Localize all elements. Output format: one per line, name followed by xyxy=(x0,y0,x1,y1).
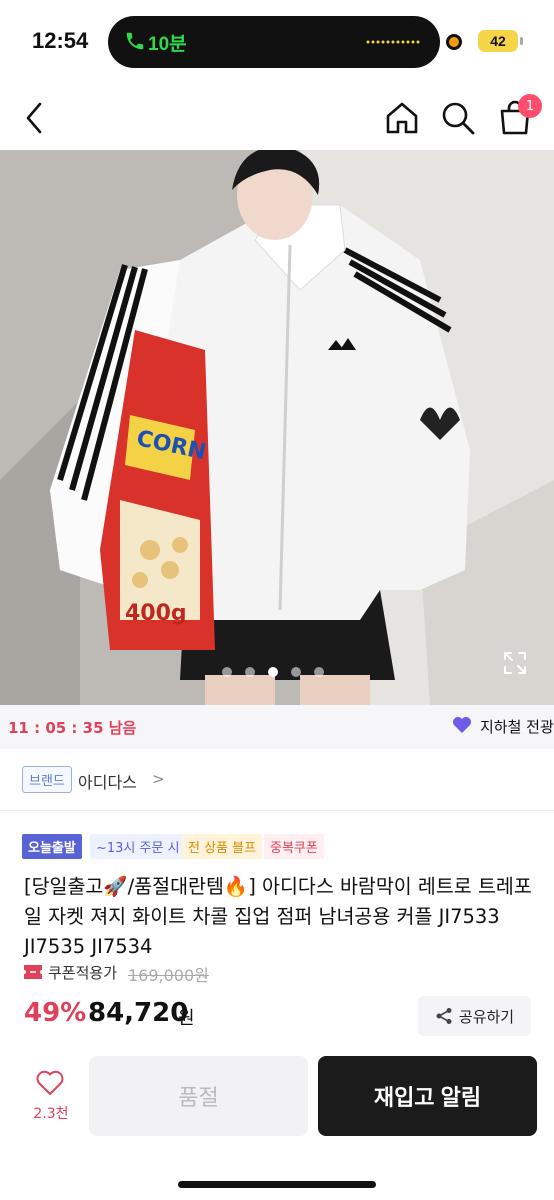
sale-price: 84,720 xyxy=(88,998,189,1028)
status-time: 12:54 xyxy=(32,28,89,53)
original-price: 169,000원 xyxy=(128,966,209,985)
svg-text:400g: 400g xyxy=(125,601,187,626)
chevron-left-icon xyxy=(26,102,42,134)
badge-black-friday: 전 상품 블프 xyxy=(182,834,263,859)
gallery-dot[interactable] xyxy=(268,667,278,677)
subway-ad-label[interactable]: 지하철 전광 xyxy=(480,716,554,737)
cart-count-badge: 1 xyxy=(518,94,542,118)
gallery-dot[interactable] xyxy=(245,667,255,677)
heart-icon xyxy=(453,717,471,733)
share-icon xyxy=(436,1008,452,1024)
expand-icon[interactable] xyxy=(502,650,528,676)
currency-unit: 원 xyxy=(178,1008,195,1029)
heart-outline-icon xyxy=(36,1070,64,1095)
call-duration: 10분 xyxy=(148,34,187,55)
gallery-dot[interactable] xyxy=(291,667,301,677)
badge-duplicate-coupon: 중복쿠폰 xyxy=(264,834,324,859)
home-button[interactable] xyxy=(384,100,420,136)
product-title: [당일출고🚀/품절대란템🔥] 아디다스 바람막이 레트로 트레포일 자켓 져지 … xyxy=(24,875,532,958)
divider xyxy=(0,810,554,811)
gallery-pagination[interactable] xyxy=(222,667,324,677)
battery-indicator: 42 xyxy=(478,30,518,52)
coupon-icon xyxy=(24,965,42,979)
search-button[interactable] xyxy=(440,100,476,136)
coupon-price-label: 쿠폰적용가 xyxy=(48,964,118,982)
like-button[interactable] xyxy=(24,1070,76,1100)
phone-icon xyxy=(126,32,144,50)
badge-order-cutoff: ~13시 주문 시 xyxy=(90,834,186,859)
share-button[interactable]: 공유하기 xyxy=(418,996,531,1036)
search-icon xyxy=(442,102,475,135)
product-photo: CORN 400g xyxy=(0,150,554,705)
product-image[interactable]: CORN 400g xyxy=(0,150,554,705)
countdown-timer: 11 : 05 : 35 남음 xyxy=(8,719,137,737)
chevron-right-icon[interactable]: > xyxy=(152,770,165,788)
soldout-button[interactable]: 품절 xyxy=(89,1056,308,1136)
home-icon xyxy=(386,102,418,134)
badge-today-ship: 오늘출발 xyxy=(22,834,82,859)
recording-indicator xyxy=(446,34,462,50)
brand-name-link[interactable]: 아디다스 xyxy=(78,769,137,793)
like-count: 2.3천 xyxy=(33,1106,69,1122)
share-label: 공유하기 xyxy=(458,1008,515,1026)
brand-tag: 브랜드 xyxy=(22,766,72,793)
battery-tip xyxy=(520,37,523,45)
home-indicator[interactable] xyxy=(178,1181,376,1188)
restock-alert-button[interactable]: 재입고 알림 xyxy=(318,1056,537,1136)
back-button[interactable] xyxy=(20,100,50,136)
gallery-dot[interactable] xyxy=(314,667,324,677)
audio-wave-icon xyxy=(366,40,420,44)
discount-rate: 49% xyxy=(24,998,87,1028)
gallery-dot[interactable] xyxy=(222,667,232,677)
